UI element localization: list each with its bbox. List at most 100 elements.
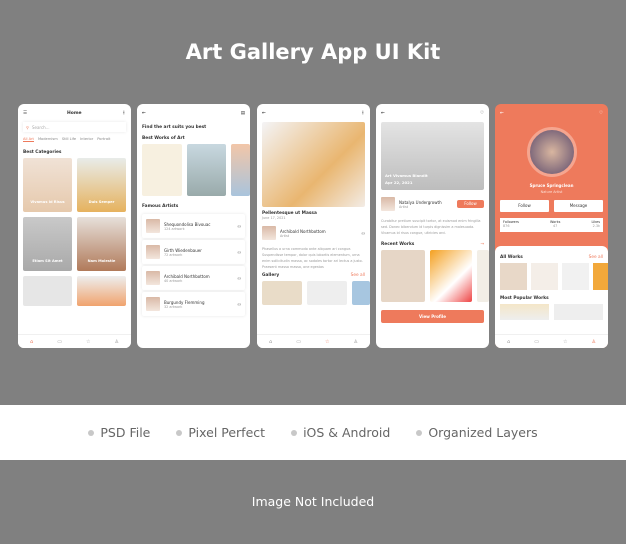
work-thumb[interactable] [477, 250, 489, 302]
back-icon[interactable]: ← [500, 111, 504, 116]
stat-works: Works 47 [550, 220, 561, 228]
tab-all-art[interactable]: All Art [23, 137, 34, 142]
heart-icon[interactable]: ♡ [480, 111, 484, 116]
bullet-icon [416, 429, 423, 436]
gallery-thumb[interactable] [352, 281, 370, 305]
category-card[interactable]: Duis Semper [77, 158, 126, 212]
category-card[interactable] [23, 276, 72, 306]
artist-work-screen: ← ♡ Art Vivamus Blandit Apr 22, 2021 Nata… [376, 104, 489, 348]
category-card[interactable]: Vivamus id Risus [23, 158, 72, 212]
artist-row[interactable]: Burgundy Flemming 32 artwork ⚇ [142, 292, 245, 316]
feature-item: iOS & Android [291, 425, 390, 440]
footer-note: Image Not Included [251, 494, 375, 509]
description: Phasellus a urna commodo ante aliquam ar… [262, 247, 363, 269]
star-icon[interactable]: ☆ [563, 339, 567, 345]
artist-row[interactable]: Archibald Northbottom 40 artwork ⚇ [142, 266, 245, 290]
section-title: Best Categories [23, 150, 62, 155]
see-all-link[interactable]: See all [351, 273, 365, 278]
view-profile-button[interactable]: View Profile [381, 310, 484, 323]
search-icon: ⚲ [26, 124, 29, 130]
heading: Find the art suits you best [142, 125, 207, 130]
gallery-thumb[interactable] [262, 281, 302, 305]
tab-interior[interactable]: Interior [80, 137, 93, 142]
section-title: Famous Artists [142, 204, 179, 209]
avatar [146, 271, 160, 285]
feature-item: PSD File [88, 425, 150, 440]
stat-followers: Followers 876 [503, 220, 519, 228]
message-button[interactable]: Message [554, 200, 603, 212]
artwork-image [262, 122, 365, 207]
profile-screen: ← ♡ Spruce Springclean Nature Artist Foll… [495, 104, 608, 348]
artwork-thumb[interactable] [187, 144, 226, 196]
profile-avatar [526, 127, 577, 177]
bullet-icon [291, 429, 298, 436]
follow-user-icon[interactable]: ⚇ [237, 276, 241, 281]
artist-row[interactable]: Girth Wiedenbauer 72 artwork ⚇ [142, 240, 245, 264]
user-icon[interactable]: ♙ [114, 339, 118, 345]
artist-row[interactable]: Shequondolisa Bivouac 124 artwork ⚇ [142, 214, 245, 238]
more-icon[interactable]: ⋮ [361, 111, 366, 116]
menu-icon[interactable]: ☰ [23, 111, 27, 116]
home-icon[interactable]: ⌂ [30, 339, 33, 345]
section-title: Recent Works [381, 242, 415, 247]
back-icon[interactable]: ← [381, 111, 385, 116]
back-icon[interactable]: ← [142, 111, 146, 116]
category-card[interactable]: Etiam Sit Amet [23, 217, 72, 271]
avatar [146, 245, 160, 259]
work-thumb[interactable] [500, 263, 527, 290]
category-card[interactable]: Nam Molestie [77, 217, 126, 271]
popular-thumb[interactable] [554, 304, 603, 320]
filter-icon[interactable]: ▤ [241, 111, 245, 116]
feature-item: Organized Layers [416, 425, 538, 440]
avatar [146, 297, 160, 311]
bullet-icon [88, 429, 95, 436]
bullet-icon [176, 429, 183, 436]
calendar-icon[interactable]: ▭ [57, 339, 62, 345]
home-screen: ☰ Home ⋮ ⚲ Search... All Art Modernism Stil… [18, 104, 131, 348]
artwork-title: Pellentesque ut Massa [262, 211, 317, 216]
section-title: Best Works of Art [142, 136, 185, 141]
section-title: All Works [500, 255, 523, 260]
profile-name: Spruce Springclean [529, 183, 574, 188]
follow-user-icon[interactable]: ⚇ [237, 224, 241, 229]
see-all-link[interactable]: See all [589, 255, 603, 260]
follow-user-icon[interactable]: ⚇ [237, 302, 241, 307]
artwork-detail-screen: ← ⋮ Pellentesque ut Massa June 17, 2021 A… [257, 104, 370, 348]
home-icon[interactable]: ⌂ [507, 339, 510, 345]
search-input[interactable]: ⚲ Search... [23, 122, 126, 132]
follow-button[interactable]: Follow [500, 200, 549, 212]
description: Curabitur pretium suscipit tortor, at eu… [381, 219, 481, 235]
hero-image: Art Vivamus Blandit Apr 22, 2021 [381, 122, 484, 190]
star-icon[interactable]: ☆ [325, 339, 329, 345]
section-title: Gallery [262, 273, 280, 278]
gallery-thumb[interactable] [307, 281, 347, 305]
discover-screen: ← ▤ Find the art suits you best Best Work… [137, 104, 250, 348]
tab-still-life[interactable]: Still Life [62, 137, 76, 142]
heart-icon[interactable]: ♡ [599, 111, 603, 116]
star-icon[interactable]: ☆ [86, 339, 90, 345]
tab-portrait[interactable]: Portrait [97, 137, 110, 142]
follow-button[interactable]: Follow [457, 200, 484, 208]
work-thumb[interactable] [381, 250, 425, 302]
work-thumb[interactable] [531, 263, 558, 290]
category-card[interactable] [77, 276, 126, 306]
artwork-thumb[interactable] [142, 144, 182, 196]
follow-user-icon[interactable]: ⚇ [237, 250, 241, 255]
home-icon[interactable]: ⌂ [269, 339, 272, 345]
calendar-icon[interactable]: ▭ [296, 339, 301, 345]
more-icon[interactable]: ⋮ [122, 111, 127, 116]
user-icon[interactable]: ♙ [591, 339, 595, 345]
tab-modernism[interactable]: Modernism [38, 137, 58, 142]
work-thumb[interactable] [430, 250, 473, 302]
work-thumb[interactable] [562, 263, 589, 290]
user-icon[interactable]: ♙ [353, 339, 357, 345]
avatar [262, 226, 276, 240]
popular-thumb[interactable] [500, 304, 549, 320]
back-icon[interactable]: ← [262, 111, 266, 116]
screen-title: Home [66, 110, 82, 116]
follow-user-icon[interactable]: ⚇ [361, 231, 365, 236]
arrow-right-icon[interactable]: → [480, 242, 484, 247]
artwork-thumb[interactable] [230, 144, 250, 196]
calendar-icon[interactable]: ▭ [534, 339, 539, 345]
work-thumb[interactable] [593, 263, 608, 290]
